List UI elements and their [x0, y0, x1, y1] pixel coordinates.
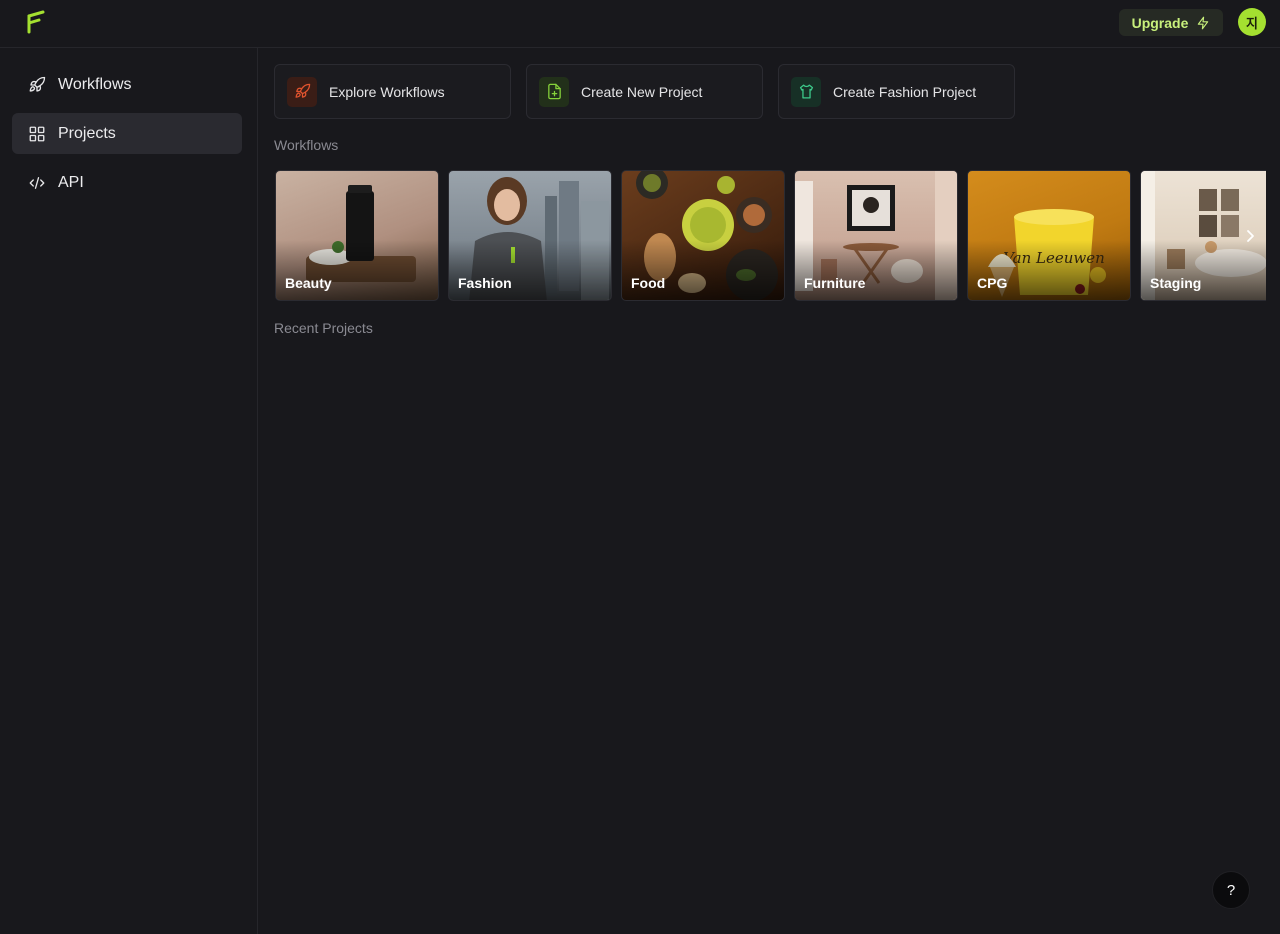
recent-projects-title: Recent Projects: [274, 320, 373, 336]
card-shade: [449, 240, 611, 300]
workflow-card-label: Furniture: [804, 275, 866, 291]
carousel-next-icon[interactable]: [1240, 226, 1260, 246]
shirt-icon: [799, 84, 813, 99]
quick-action-label: Create New Project: [581, 83, 703, 100]
workflow-card-label: Staging: [1150, 275, 1202, 291]
create-new-project-button[interactable]: Create New Project: [526, 64, 763, 119]
upgrade-button[interactable]: Upgrade: [1119, 9, 1223, 36]
workflow-card-fashion[interactable]: Fashion: [448, 170, 612, 301]
file-plus-icon: [547, 83, 561, 100]
sidebar-item-label: Workflows: [58, 75, 132, 93]
workflow-card-beauty[interactable]: Beauty: [275, 170, 439, 301]
sidebar: Workflows Projects API: [0, 48, 258, 934]
workflow-card-food[interactable]: Food: [621, 170, 785, 301]
explore-workflows-button[interactable]: Explore Workflows: [274, 64, 511, 119]
app-logo[interactable]: [26, 10, 46, 34]
card-shade: [276, 240, 438, 300]
shirt-icon-box: [791, 76, 821, 107]
help-button[interactable]: ?: [1212, 871, 1250, 909]
grid-icon: [29, 126, 45, 141]
card-shade: [1141, 240, 1266, 300]
create-fashion-project-button[interactable]: Create Fashion Project: [778, 64, 1015, 119]
rocket-icon: [29, 76, 46, 92]
workflow-card-label: CPG: [977, 275, 1008, 291]
upgrade-label: Upgrade: [1131, 14, 1189, 31]
sidebar-item-api[interactable]: API: [12, 162, 242, 203]
code-icon: [29, 176, 45, 189]
workflow-card-label: Food: [631, 275, 666, 291]
sidebar-item-label: Projects: [58, 124, 116, 142]
rocket-icon: [294, 83, 310, 98]
user-avatar[interactable]: 지: [1238, 8, 1266, 36]
workflow-card-cpg[interactable]: Van Leeuwen CPG: [967, 170, 1131, 301]
workflow-card-label: Beauty: [285, 275, 332, 291]
quick-action-label: Create Fashion Project: [833, 83, 977, 100]
workflows-section-title: Workflows: [274, 137, 339, 153]
card-shade: [795, 240, 957, 300]
sidebar-item-workflows[interactable]: Workflows: [12, 64, 242, 105]
explore-icon-box: [287, 76, 317, 107]
workflow-card-label: Fashion: [458, 275, 512, 291]
sidebar-item-label: API: [58, 173, 84, 191]
workflow-carousel: Beauty Fashion Food Furniture CPG Stagin…: [274, 170, 1266, 301]
card-shade: [622, 240, 784, 300]
top-bar: Upgrade 지: [0, 0, 1280, 48]
file-plus-icon-box: [539, 76, 569, 107]
sidebar-item-projects[interactable]: Projects: [12, 113, 242, 154]
quick-action-label: Explore Workflows: [329, 83, 445, 100]
card-shade: [968, 240, 1130, 300]
lightning-icon: [1198, 16, 1209, 29]
workflow-card-furniture[interactable]: Furniture: [794, 170, 958, 301]
